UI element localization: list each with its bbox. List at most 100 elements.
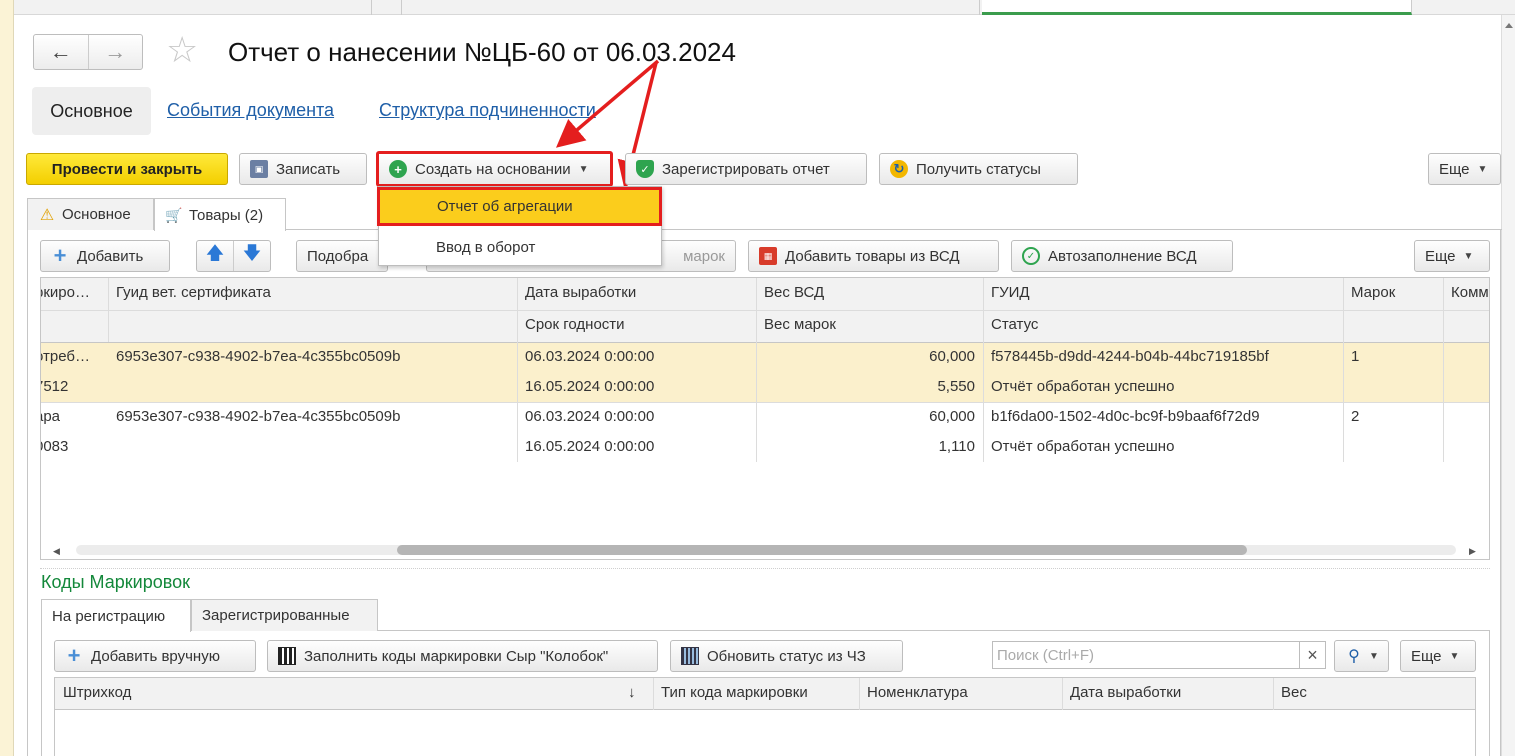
cart-icon: 🛒 [165,206,183,223]
table-cell[interactable]: 7512 [41,372,108,402]
chevron-down-icon: ▼ [578,163,589,175]
menu-item-circulation-input[interactable]: Ввод в оборот [379,229,661,265]
chevron-down-icon: ▼ [1463,250,1474,262]
window-tab[interactable] [402,0,980,15]
table-cell[interactable]: 1 [1343,342,1443,372]
panel-border [41,631,42,756]
update-status-button[interactable]: Обновить статус из ЧЗ [670,640,903,672]
table-cell[interactable]: 06.03.2024 0:00:00 [517,402,756,432]
search-icon: ⚲ [1348,648,1360,665]
clear-search-button[interactable]: × [1299,641,1326,669]
post-and-close-button[interactable]: Провести и закрыть [26,153,228,185]
add-from-vsd-label: Добавить товары из ВСД [785,247,960,265]
scroll-up-icon[interactable] [1505,23,1513,28]
table-cell[interactable]: 06.03.2024 0:00:00 [517,342,756,372]
add-goods-from-vsd-button[interactable]: ▦ Добавить товары из ВСД [748,240,999,272]
fill-codes-label: Заполнить коды маркировки Сыр "Колобок" [304,647,609,665]
table-cell[interactable]: 1,110 [756,432,975,462]
column-header[interactable]: Номенклатура [859,678,1062,708]
create-based-label: Создать на основании [415,160,571,178]
tab-goods[interactable]: 🛒 Товары (2) [154,198,286,231]
window-tab-active[interactable] [982,0,1412,15]
table-cell[interactable]: 0083 [41,432,108,462]
scroll-right-icon[interactable]: ▶ [1469,546,1476,557]
add-label: Добавить [77,247,144,265]
get-statuses-label: Получить статусы [916,160,1041,178]
horizontal-scrollbar[interactable]: ◀ ▶ [41,540,1489,559]
pick-button[interactable]: Подобра [296,240,388,272]
table-cell[interactable]: b1f6da00-1502-4d0c-bc9f-b9baaf6f72d9 [983,402,1343,432]
codes-more-button[interactable]: Еще ▼ [1400,640,1476,672]
column-header[interactable]: Марок [1343,278,1443,308]
forward-arrow-icon[interactable]: → [87,35,143,69]
panel-border [27,230,28,756]
fill-codes-button[interactable]: Заполнить коды маркировки Сыр "Колобок" [267,640,658,672]
nav-link-document-events[interactable]: События документа [167,100,334,121]
sort-arrow-icon[interactable]: ↓ [620,678,650,708]
column-header[interactable]: Дата выработки [1062,678,1273,708]
save-label: Записать [276,160,341,178]
floppy-disk-icon: ▣ [250,160,268,178]
window-tab-bar [14,0,1515,15]
table-cell[interactable]: 60,000 [756,402,975,432]
column-header[interactable]: Вес [1273,678,1473,708]
register-report-button[interactable]: ✓ Зарегистрировать отчет [625,153,867,185]
favorite-star-icon[interactable]: ☆ [166,32,198,68]
table-cell[interactable]: ара [41,402,108,432]
table-cell[interactable]: Отчёт обработан успешно [983,372,1343,402]
get-statuses-button[interactable]: ↻ Получить статусы [879,153,1078,185]
tab-to-register[interactable]: На регистрацию [41,599,191,632]
column-header[interactable]: Тип кода маркировки [653,678,859,708]
table-cell[interactable]: f578445b-d9dd-4244-b04b-44bc719185bf [983,342,1343,372]
add-manually-button[interactable]: + Добавить вручную [54,640,256,672]
more-label: Еще [1439,160,1470,178]
nav-tab-main[interactable]: Основное [32,87,151,135]
column-header[interactable]: ГУИД [983,278,1343,308]
window-tab[interactable] [372,0,402,15]
tab-main[interactable]: ⚠ Основное [27,198,154,230]
goods-more-button[interactable]: Еще ▼ [1414,240,1490,272]
column-header[interactable]: Гуид вет. сертификата [108,278,517,308]
table-cell[interactable]: Отчёт обработан успешно [983,432,1343,462]
warning-icon: ⚠ [39,206,55,224]
tab-main-label: Основное [62,206,131,223]
refresh-icon: ↻ [890,160,908,178]
table-cell[interactable]: 5,550 [756,372,975,402]
create-based-on-button[interactable]: + Создать на основании ▼ [376,151,613,187]
column-header[interactable]: Срок годности [517,310,756,340]
annotation-arrow [556,59,660,148]
save-button[interactable]: ▣ Записать [239,153,367,185]
autofill-vsd-button[interactable]: ✓ Автозаполнение ВСД [1011,240,1233,272]
column-header[interactable]: Комм [1443,278,1489,308]
table-cell[interactable]: 16.05.2024 0:00:00 [517,372,756,402]
codes-more-label: Еще [1411,647,1442,665]
tab-registered[interactable]: Зарегистрированные [191,599,378,631]
column-header[interactable]: ркиро… [41,278,108,308]
table-cell[interactable]: 6953e307-c938-4902-b7ea-4c355bc0509b [108,342,517,372]
menu-item-aggregation-report[interactable]: Отчет об агрегации [377,187,662,226]
column-header[interactable]: Вес марок [756,310,983,340]
search-input[interactable]: Поиск (Ctrl+F) [992,641,1300,669]
table-cell[interactable]: 6953e307-c938-4902-b7ea-4c355bc0509b [108,402,517,432]
table-cell[interactable]: 16.05.2024 0:00:00 [517,432,756,462]
goods-table: ркиро… Гуид вет. сертификата Дата вырабо… [40,277,1490,560]
scroll-thumb[interactable] [397,545,1247,555]
scroll-left-icon[interactable]: ◀ [53,546,60,557]
column-header[interactable]: Статус [983,310,1343,340]
table-cell[interactable]: 60,000 [756,342,975,372]
table-cell[interactable]: 2 [1343,402,1443,432]
add-row-button[interactable]: + Добавить [40,240,170,272]
window-tab[interactable] [64,0,372,15]
column-header[interactable]: Штрихкод [55,678,615,708]
column-header[interactable]: Дата выработки [517,278,756,308]
column-header[interactable]: Вес ВСД [756,278,983,308]
vertical-scrollbar[interactable] [1501,15,1515,756]
table-cell[interactable]: отреб… [41,342,108,372]
arrow-up-icon[interactable]: 🡅 [197,241,233,271]
arrow-down-icon[interactable]: 🡇 [233,241,270,271]
goods-more-label: Еще [1425,247,1456,265]
search-button[interactable]: ⚲ ▼ [1334,640,1389,672]
back-arrow-icon[interactable]: ← [34,35,88,69]
more-button[interactable]: Еще ▼ [1428,153,1501,185]
create-based-dropdown: Отчет об агрегации Ввод в оборот [377,186,662,266]
